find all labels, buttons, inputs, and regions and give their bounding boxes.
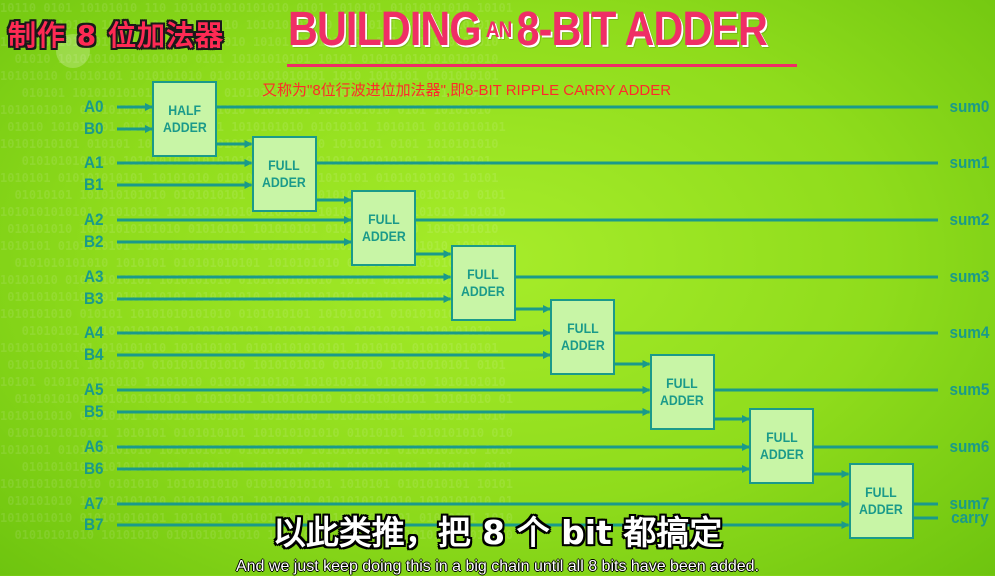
sum-label-4: sum4 [949,323,989,342]
adder-label-line2: ADDER [660,391,704,408]
adder-label-line2: ADDER [361,228,406,244]
input-label-b6: B6 [84,459,104,478]
adder-label-line1: FULL [467,265,499,282]
input-label-a2: A2 [84,210,104,229]
caption-chinese: 以此类推，把 8 个 bit 都搞定 [272,513,723,552]
sum-label-3: sum3 [949,267,989,286]
sum-label-0: sum0 [949,97,989,116]
input-label-b1: B1 [84,175,104,194]
caption-english: And we just keep doing this in a big cha… [235,558,760,575]
full-adder-box-6: FULL ADDER [749,408,814,484]
adder-label-line2: ADDER [461,282,505,299]
input-label-b4: B4 [84,345,104,364]
full-adder-box-2: FULL ADDER [351,190,416,266]
half-adder-box: HALF ADDER [152,81,217,157]
adder-label-line1: FULL [666,374,698,391]
adder-label-line1: FULL [765,429,798,445]
input-label-b5: B5 [84,402,104,421]
adder-label-line1: HALF [168,102,201,118]
adder-label-line1: FULL [566,320,599,336]
input-label-b2: B2 [84,232,104,251]
adder-label-line1: FULL [367,211,400,227]
adder-label-line2: ADDER [262,173,306,190]
sum-label-2: sum2 [949,210,989,229]
adder-label-line1: FULL [268,156,300,173]
full-adder-box-1: FULL ADDER [251,135,317,212]
input-label-b0: B0 [84,119,104,138]
input-label-a5: A5 [84,380,104,399]
adder-label-line1: FULL [865,483,897,500]
sum-label-1: sum1 [949,153,989,172]
sum-label-5: sum5 [949,380,989,399]
full-adder-box-3: FULL ADDER [450,244,516,321]
full-adder-box-4: FULL ADDER [550,299,615,375]
input-label-a1: A1 [84,153,104,172]
input-label-a6: A6 [84,437,104,456]
input-label-a4: A4 [84,323,104,342]
sum-label-6: sum6 [949,437,989,456]
full-adder-box-5: FULL ADDER [649,353,715,430]
adder-label-line2: ADDER [162,119,207,135]
input-label-a0: A0 [84,97,104,116]
adder-label-line2: ADDER [759,446,804,462]
input-label-a3: A3 [84,267,104,286]
adder-label-line2: ADDER [560,337,605,353]
input-label-b3: B3 [84,289,104,308]
